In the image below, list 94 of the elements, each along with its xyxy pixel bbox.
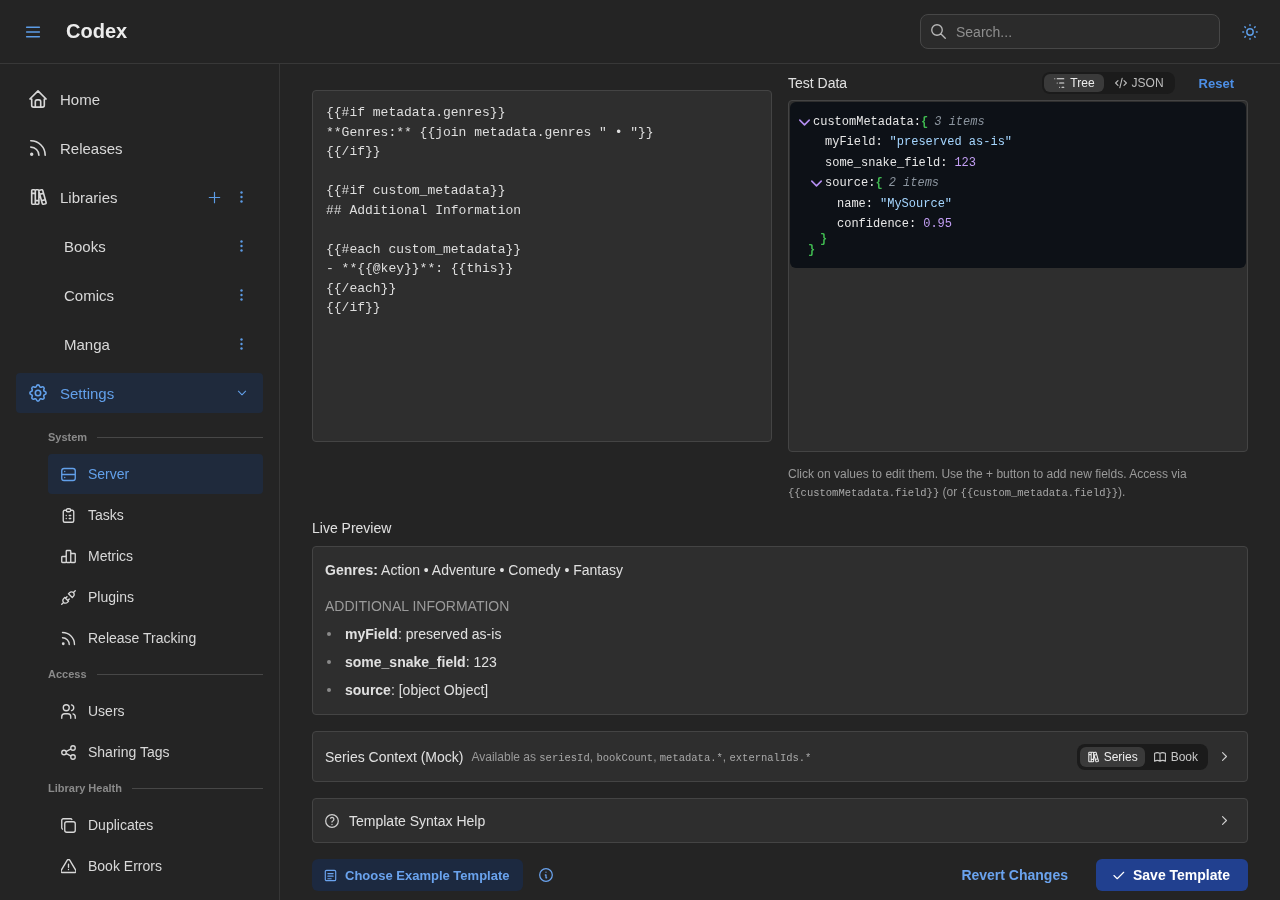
search-icon [931, 24, 946, 39]
app-title: Codex [66, 20, 128, 43]
books-icon [1086, 750, 1099, 763]
save-button[interactable]: Save Template [1096, 859, 1248, 891]
view-tab[interactable]: JSON [1105, 74, 1173, 92]
json-value[interactable]: 0.95 [923, 214, 953, 235]
json-key: confidence: [837, 214, 917, 235]
list-tree-icon [1053, 77, 1066, 89]
list-item-text: some_snake_field: 123 [345, 654, 497, 670]
syntax-help-panel[interactable]: Template Syntax Help [312, 798, 1248, 843]
kebab-menu-icon[interactable] [240, 191, 243, 203]
preview-heading: ADDITIONAL INFORMATION [325, 597, 511, 616]
segmented-control[interactable]: Series Book [1076, 743, 1208, 770]
nav-item[interactable]: Comics [16, 275, 263, 315]
list-icon [324, 868, 337, 882]
nav-item[interactable]: Home [16, 79, 263, 119]
json-brace: { [921, 114, 929, 131]
nav-item[interactable]: Settings [16, 373, 263, 413]
warning-icon [61, 858, 76, 874]
plus-icon[interactable] [208, 190, 221, 204]
json-brace: } [808, 245, 816, 257]
book-icon [1153, 750, 1166, 763]
nav-item[interactable]: Metrics [48, 536, 263, 576]
bullet-icon [327, 660, 331, 664]
nav-item[interactable]: Users [48, 691, 263, 731]
chevron-down-icon[interactable] [799, 118, 810, 126]
hint-text: Available as seriesId, bookCount, metadata.*, externalIds.* [471, 749, 812, 764]
info-icon[interactable] [539, 868, 554, 882]
section-label: Access [48, 668, 87, 680]
json-brace: { [875, 175, 883, 193]
kebab-menu-icon[interactable] [240, 338, 243, 350]
nav-item[interactable]: Libraries [16, 177, 263, 217]
share-icon [61, 744, 76, 760]
segmented-control[interactable]: Tree JSON [1042, 72, 1175, 94]
section-label: System [48, 431, 88, 443]
bar-chart-icon [61, 548, 76, 564]
json-key: name: [837, 193, 873, 215]
nav-item[interactable]: Duplicates [48, 805, 263, 845]
item-count: 2 items [888, 175, 940, 193]
section-title: Test Data [788, 75, 848, 91]
json-value[interactable]: "preserved as-is" [889, 132, 1013, 153]
rss-icon [61, 630, 76, 646]
kebab-menu-icon[interactable] [240, 289, 243, 301]
nav-item[interactable]: Tasks [48, 495, 263, 535]
plug-icon [61, 589, 76, 605]
panel-title: Series Context (Mock) [325, 748, 464, 765]
list-item-text: source: [object Object] [345, 682, 489, 698]
server-icon [61, 466, 76, 482]
revert-button[interactable]: Revert Changes [947, 859, 1082, 891]
search-field[interactable]: Search... [920, 14, 1220, 49]
series-context-panel[interactable]: Series Context (Mock) Available as seriesId, bookCount, metadata.*, externalIds.* Series Book [312, 731, 1248, 782]
preview-text: Genres: Action • Adventure • Comedy • Fantasy [325, 561, 624, 580]
nav-item[interactable]: Books [16, 226, 263, 266]
sun-icon[interactable] [1242, 23, 1258, 40]
json-key: myField: [825, 132, 883, 153]
list-item-text: myField: preserved as-is [345, 626, 502, 642]
section-label: Library Health [48, 782, 122, 794]
help-icon [325, 813, 339, 828]
example-template-button[interactable]: Choose Example Template [312, 859, 524, 891]
nav-item[interactable]: Plugins [48, 577, 263, 617]
code-icon [1114, 77, 1127, 89]
clipboard-icon [61, 507, 76, 523]
nav-item[interactable]: Releases [16, 128, 263, 168]
item-count: 3 items [934, 114, 985, 131]
nav-item[interactable]: Release Tracking [48, 618, 263, 658]
rss-icon [29, 139, 47, 157]
chevron-down-icon[interactable] [811, 179, 822, 187]
json-value[interactable]: 123 [954, 152, 977, 174]
nav-item[interactable]: Sharing Tags [48, 732, 263, 772]
bullet-icon [327, 632, 331, 636]
mode-tab[interactable]: Series [1079, 746, 1145, 767]
json-key: source: [825, 173, 876, 194]
json-key: some_snake_field: [825, 152, 948, 174]
nav-item[interactable]: Server [48, 454, 263, 494]
mode-tab[interactable]: Book [1146, 746, 1205, 767]
json-brace: } [820, 234, 828, 246]
nav-item[interactable]: Book Errors [48, 846, 263, 886]
section-title: Live Preview [312, 519, 393, 537]
reset-button[interactable]: Reset [1184, 75, 1248, 91]
json-value[interactable]: "MySource" [880, 193, 953, 215]
help-text: Click on values to edit them. Use the + button to add new fields. Access via {{customMetadata.field}} (or {{custom_metadata.field}}). [788, 466, 1188, 501]
kebab-menu-icon[interactable] [240, 240, 243, 252]
template-editor[interactable]: {{#if metadata.genres}} **Genres:** {{join metadata.genres " • "}} {{/if}} {{#if custom_metadata}} ## Additional Information {{#each custom_metadata}} - **{{@key}}**: {{this}} {{/each}} {{/if}} [312, 90, 772, 442]
users-icon [61, 703, 76, 719]
menu-icon[interactable] [25, 23, 41, 40]
json-key: customMetadata: [813, 112, 922, 133]
panel-title: Template Syntax Help [349, 812, 486, 829]
books-icon [29, 188, 47, 206]
copy-icon [61, 817, 76, 833]
nav-item[interactable]: Manga [16, 324, 263, 364]
gear-icon [29, 384, 47, 402]
view-tab[interactable]: Tree [1044, 74, 1104, 92]
bullet-icon [327, 688, 331, 692]
home-icon [29, 90, 47, 108]
